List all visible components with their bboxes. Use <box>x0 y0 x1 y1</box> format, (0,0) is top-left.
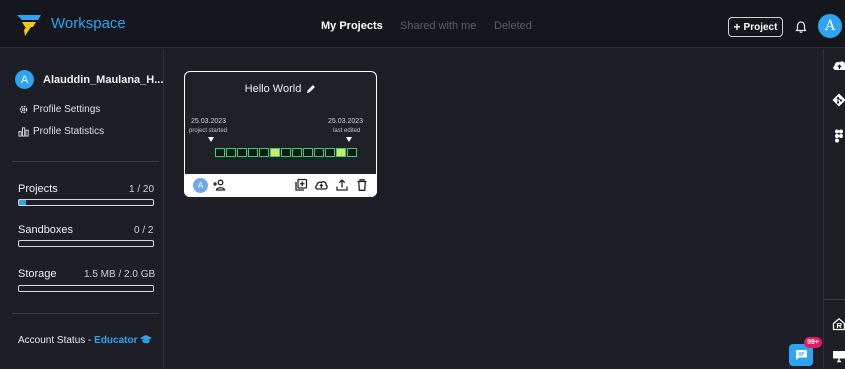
projects-meter <box>18 199 154 206</box>
project-title: Hello World <box>244 83 302 95</box>
activity-cell <box>270 148 280 157</box>
pencil-icon[interactable] <box>306 84 316 94</box>
projects-meter-label: Projects <box>18 183 58 195</box>
git-icon[interactable] <box>832 93 845 107</box>
figma-icon[interactable] <box>832 129 845 143</box>
activity-cell <box>347 148 357 157</box>
profile-settings-label: Profile Settings <box>33 104 101 115</box>
account-status-value: Educator <box>94 335 138 346</box>
project-card-preview[interactable]: Hello World 25.03.2023 project started 2… <box>185 72 376 174</box>
gear-icon <box>19 105 28 114</box>
brand-name[interactable]: Workspace <box>51 15 126 32</box>
bar-chart-icon <box>18 127 29 137</box>
graduation-cap-icon <box>140 335 153 344</box>
user-avatar-top[interactable]: A <box>818 14 842 38</box>
trash-icon[interactable] <box>355 178 369 192</box>
sidebar-divider <box>12 161 159 162</box>
new-project-label: Project <box>743 21 778 33</box>
storage-meter <box>18 285 154 292</box>
bell-icon[interactable] <box>794 20 808 34</box>
share-upload-icon[interactable] <box>335 178 349 192</box>
profile-settings-link[interactable]: Profile Settings <box>18 104 100 115</box>
projects-meter-fill <box>19 200 26 205</box>
project-card-toolbar: A <box>184 174 377 197</box>
activity-cell <box>237 148 247 157</box>
project-card[interactable]: Hello World 25.03.2023 project started 2… <box>184 71 377 197</box>
last-edited-label: last edited <box>333 128 361 134</box>
sandboxes-meter-value: 0 / 2 <box>134 225 154 236</box>
projects-meter-value: 1 / 20 <box>129 184 155 195</box>
new-project-button[interactable]: + Project <box>728 17 783 37</box>
chat-unread-badge: 99+ <box>804 337 822 348</box>
sandboxes-meter <box>18 240 154 247</box>
right-toolbar-divider <box>824 299 845 300</box>
sidebar: A Alauddin_Maulana_H... Profile Settings… <box>0 49 164 369</box>
activity-cell <box>281 148 291 157</box>
sandboxes-meter-label: Sandboxes <box>18 224 74 236</box>
account-status-label: Account Status - <box>18 335 95 346</box>
tab-my-projects[interactable]: My Projects <box>321 20 383 32</box>
activity-timeline <box>215 148 357 157</box>
activity-cell <box>226 148 236 157</box>
tab-shared-with-me[interactable]: Shared with me <box>400 20 476 32</box>
plus-icon: + <box>733 20 741 34</box>
activity-cell <box>292 148 302 157</box>
project-started-label: project started <box>189 128 228 134</box>
profile-statistics-label: Profile Statistics <box>33 126 105 137</box>
started-marker-icon <box>208 137 214 142</box>
activity-cell <box>259 148 269 157</box>
account-status[interactable]: Account Status - Educator <box>18 335 153 346</box>
activity-cell <box>314 148 324 157</box>
storage-meter-label: Storage <box>18 268 57 280</box>
project-started-date: 25.03.2023 <box>191 118 227 125</box>
owner-avatar[interactable]: A <box>193 178 208 193</box>
profile-statistics-link[interactable]: Profile Statistics <box>18 126 104 137</box>
monitor-icon[interactable] <box>832 349 845 363</box>
last-edited-date: 25.03.2023 <box>328 118 364 125</box>
activity-cell <box>336 148 346 157</box>
workspace-logo[interactable] <box>16 13 42 37</box>
storage-meter-value: 1.5 MB / 2.0 GB <box>84 269 156 280</box>
activity-cell <box>303 148 313 157</box>
right-toolbar <box>823 49 845 369</box>
edited-marker-icon <box>346 137 352 142</box>
sidebar-divider-2 <box>12 313 159 314</box>
cloud-upload-icon[interactable] <box>314 178 328 192</box>
project-title-row: Hello World <box>185 83 376 95</box>
add-collaborator-icon[interactable] <box>212 178 226 192</box>
activity-cell <box>215 148 225 157</box>
top-bar: Workspace My Projects Shared with me Del… <box>0 0 845 48</box>
activity-cell <box>325 148 335 157</box>
cloud-upload-icon[interactable] <box>832 58 845 72</box>
activity-cell <box>248 148 258 157</box>
user-avatar[interactable]: A <box>15 70 34 89</box>
duplicate-icon[interactable] <box>294 178 308 192</box>
user-name[interactable]: Alauddin_Maulana_H... <box>43 74 163 86</box>
chat-icon <box>795 350 807 360</box>
tab-deleted[interactable]: Deleted <box>494 20 532 32</box>
home-icon[interactable] <box>832 317 845 331</box>
